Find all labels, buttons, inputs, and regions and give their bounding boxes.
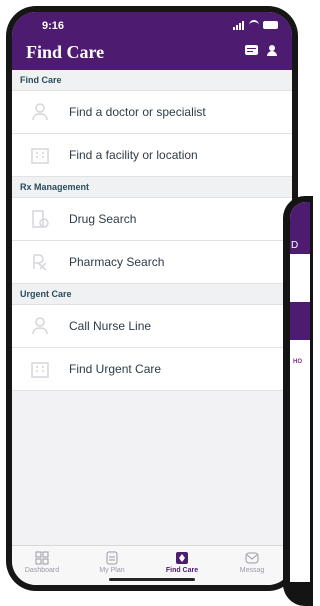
tab-messages-label: Messag (239, 567, 265, 574)
message-icon (222, 551, 282, 565)
building-icon (30, 359, 50, 379)
profile-icon[interactable] (266, 45, 278, 56)
second-phone-title-fragment: D (291, 240, 299, 251)
tab-bar: Dashboard My Plan Find Care Messag (12, 545, 292, 585)
app-header: 9:16 Find Care (12, 12, 292, 70)
tab-find-care-label: Find Care (165, 567, 199, 574)
header-actions (245, 45, 278, 56)
find-urgent-care-button[interactable]: Find Urgent Care (12, 348, 292, 391)
status-time: 9:16 (42, 20, 65, 32)
status-icons (233, 20, 278, 30)
tab-find-care[interactable]: Find Care (152, 551, 212, 574)
second-phone-subtitle-fragment: HO (293, 359, 302, 365)
second-phone-screen: D HO (290, 202, 310, 582)
battery-icon (263, 21, 278, 29)
find-care-icon (152, 551, 212, 565)
call-nurse-button[interactable]: Call Nurse Line (12, 305, 292, 348)
doctor-icon (30, 102, 50, 122)
nurse-icon (30, 316, 50, 336)
drug-search-label: Drug Search (69, 212, 137, 226)
tab-my-plan[interactable]: My Plan (82, 551, 142, 574)
tab-dashboard-label: Dashboard (24, 567, 60, 574)
second-phone-band (290, 302, 310, 340)
app-screen: 9:16 Find Care Find Care Find a doctor o… (12, 12, 292, 585)
section-header-rx: Rx Management (12, 177, 292, 198)
dashboard-icon (12, 551, 72, 565)
pill-bottle-icon (30, 209, 50, 229)
find-doctor-label: Find a doctor or specialist (69, 105, 206, 119)
tab-dashboard[interactable]: Dashboard (12, 551, 72, 574)
signal-icon (233, 20, 245, 30)
pharmacy-search-button[interactable]: Pharmacy Search (12, 241, 292, 284)
find-facility-label: Find a facility or location (69, 148, 198, 162)
find-urgent-care-label: Find Urgent Care (69, 362, 162, 376)
section-header-urgent-care: Urgent Care (12, 284, 292, 305)
tab-my-plan-label: My Plan (99, 567, 125, 574)
phone-frame: 9:16 Find Care Find Care Find a doctor o… (6, 6, 298, 591)
drug-search-button[interactable]: Drug Search (12, 198, 292, 241)
call-nurse-label: Call Nurse Line (69, 319, 152, 333)
find-doctor-button[interactable]: Find a doctor or specialist (12, 91, 292, 134)
find-facility-button[interactable]: Find a facility or location (12, 134, 292, 177)
home-indicator (109, 578, 195, 581)
tab-messages[interactable]: Messag (222, 551, 282, 574)
wifi-icon (249, 20, 259, 30)
id-card-icon[interactable] (245, 45, 258, 55)
building-icon (30, 145, 50, 165)
section-header-find-care: Find Care (12, 70, 292, 91)
rx-icon (30, 252, 50, 272)
plan-icon (82, 551, 142, 565)
pharmacy-search-label: Pharmacy Search (69, 255, 165, 269)
page-title: Find Care (26, 42, 105, 62)
